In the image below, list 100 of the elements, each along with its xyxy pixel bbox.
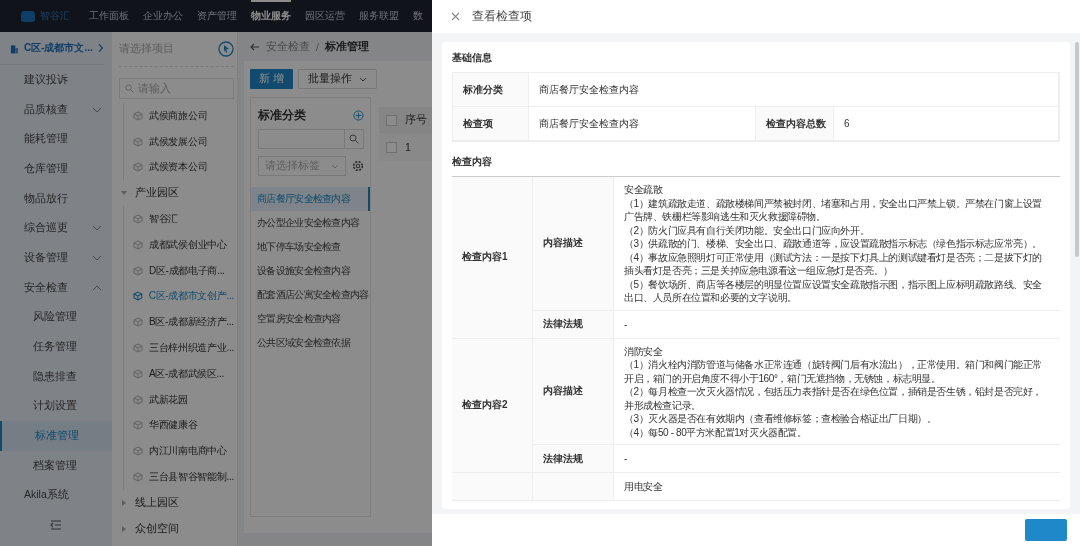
tree-node[interactable]: 三台县智谷智能制... xyxy=(123,464,234,490)
tree-node[interactable]: A区-成都武侯区... xyxy=(123,360,234,387)
table-cell: 内容描述 xyxy=(532,177,614,310)
tree-node[interactable]: 武侯商旅公司 xyxy=(123,103,234,129)
sidebar-item[interactable]: 物品放行 xyxy=(0,183,112,214)
table-cell: 1 xyxy=(405,141,411,153)
description-line: 消防安全 xyxy=(624,344,664,358)
table-cell-text: - xyxy=(623,317,628,332)
settings-icon[interactable] xyxy=(352,160,364,172)
tree-node[interactable]: 智谷汇 xyxy=(123,206,234,232)
tree-node[interactable]: 产业园区 xyxy=(119,180,234,207)
cube-icon xyxy=(133,472,143,483)
nav-tab[interactable]: 资产管理 xyxy=(197,0,237,32)
description-line: （1）消火栓内消防管道与储备水正常连通（旋转阀门后有水流出），正常使用。箱门和阀门能正常开启，箱门的开启角度不得小于160°，箱门无遮挡物，无锈蚀，标志明显。 xyxy=(624,358,1043,385)
column-header: 序号 xyxy=(405,113,427,127)
nav-tab[interactable]: 企业办公 xyxy=(143,0,183,32)
description-line: （3）灭火器是否在有效期内（查看维修标签；查检验合格证出厂日期）。 xyxy=(624,412,938,426)
batch-dropdown-button[interactable]: 批量操作 xyxy=(297,69,377,89)
cube-icon xyxy=(133,343,143,354)
category-item[interactable]: 空置房安全检查内容 xyxy=(251,307,370,331)
cube-icon xyxy=(133,317,143,328)
category-item[interactable]: 商店餐厅安全检查内容 xyxy=(251,187,370,211)
tree-node[interactable]: 众创空间 xyxy=(119,515,234,542)
search-icon xyxy=(349,134,359,144)
sidebar-item[interactable]: 安全检查 xyxy=(0,272,112,303)
sidebar-item[interactable]: 能耗管理 xyxy=(0,124,112,155)
breadcrumb-current: 标准管理 xyxy=(324,39,369,54)
tree-node[interactable]: B区-成都新经济产... xyxy=(123,309,234,336)
tree-node[interactable]: 武新花园 xyxy=(123,386,234,413)
description-line: 用电安全 xyxy=(624,480,664,494)
scrollbar[interactable] xyxy=(1075,42,1079,257)
menu-collapse-icon[interactable] xyxy=(50,520,62,531)
checkbox[interactable] xyxy=(386,114,397,126)
tree-node[interactable]: 武侯资本公司 xyxy=(123,154,234,181)
cube-icon xyxy=(133,265,143,276)
sidebar-item[interactable]: 综合巡更 xyxy=(0,213,112,244)
close-icon[interactable] xyxy=(451,12,460,21)
sidebar-item[interactable]: 任务管理 xyxy=(0,332,112,362)
cube-icon xyxy=(133,394,143,405)
cube-icon xyxy=(133,110,143,121)
cube-icon xyxy=(133,291,143,302)
cube-icon xyxy=(133,136,143,147)
section-heading: 基础信息 xyxy=(452,51,493,65)
tree-node[interactable]: 线上园区 xyxy=(119,489,234,516)
sidebar-item[interactable]: 设备管理 xyxy=(0,243,112,273)
field-label: 标准分类 xyxy=(453,73,529,107)
plus-circle-icon[interactable] xyxy=(353,110,364,121)
tree-node[interactable]: 内江川南电商中心 xyxy=(123,438,234,465)
panel-title: 标准分类 xyxy=(258,108,306,123)
cube-icon xyxy=(133,214,143,225)
logo-text: 智谷汇 xyxy=(40,9,70,23)
sidebar-item[interactable]: 风险管理 xyxy=(0,302,112,333)
nav-tab[interactable]: 工作面板 xyxy=(89,0,129,32)
table-cell: 检查内容2 xyxy=(452,338,532,472)
nav-tab[interactable]: 园区运营 xyxy=(305,0,345,32)
table-cell: 内容描述 xyxy=(532,338,614,444)
category-item[interactable]: 设备设施安全检查内容 xyxy=(251,259,370,283)
category-item[interactable]: 地下停车场安全检查 xyxy=(251,235,370,259)
chevron-down-icon xyxy=(358,76,367,82)
cube-icon xyxy=(133,420,143,431)
sidebar-item[interactable]: 隐患排查 xyxy=(0,361,112,392)
description-line: （4）每50 - 80平方米配置1对灭火器配置。 xyxy=(624,425,808,439)
tree-node[interactable]: D区-成都电子商... xyxy=(123,257,234,284)
description-line: （5）餐饮场所、商店等各楼层的明显位置应设置安全疏散指示图，指示图上应标明疏散路线、安全出口、人员所在位置和必要的文字说明。 xyxy=(624,277,1043,305)
add-button[interactable]: 新 增 xyxy=(250,69,293,89)
description-line: （2）每月检查一次灭火器情况，包括压力表指针是否在绿色位置，插销是否生锈，铅封是否完好，并形成检查记录。 xyxy=(624,385,1043,412)
field-value: 6 xyxy=(834,107,1059,141)
nav-tab[interactable]: 物业服务 xyxy=(251,0,291,32)
search-button[interactable] xyxy=(345,129,364,149)
sidebar-item[interactable]: Akila系统 xyxy=(0,480,112,511)
logo-icon xyxy=(20,9,36,23)
tree-node[interactable]: C区-成都市文创产... xyxy=(123,283,234,310)
nav-tab[interactable]: 服务联盟 xyxy=(359,0,399,32)
sidebar-item[interactable]: 品质核查 xyxy=(0,94,112,125)
category-item[interactable]: 公共区域安全检查依据 xyxy=(251,331,370,355)
cube-icon xyxy=(133,162,143,173)
category-item[interactable]: 办公型企业安全检查内容 xyxy=(251,211,370,235)
tree-node[interactable]: 武侯发展公司 xyxy=(123,128,234,155)
project-name[interactable]: C区-成都市文... xyxy=(23,41,93,55)
tree-node[interactable]: 三台梓州织造产业... xyxy=(123,335,234,361)
table-cell-text: - xyxy=(623,452,628,467)
table-cell: 检查内容1 xyxy=(452,177,532,338)
sidebar-item[interactable]: 建议投诉 xyxy=(0,65,112,95)
tree-node[interactable]: 成都武侯创业中心 xyxy=(123,232,234,258)
back-arrow-icon[interactable] xyxy=(250,42,260,51)
description-line: （2）防火门应具有自行关闭功能。安全出口门应向外开。 xyxy=(624,223,871,237)
tree-node[interactable]: 华西健康谷 xyxy=(123,412,234,439)
section-heading: 检查内容 xyxy=(452,155,493,169)
cube-icon xyxy=(133,368,143,379)
chevron-right-icon xyxy=(97,43,104,53)
sidebar-item[interactable]: 仓库管理 xyxy=(0,154,112,184)
nav-tab[interactable]: 数 xyxy=(413,0,423,32)
pointer-icon[interactable] xyxy=(218,41,234,57)
cube-icon xyxy=(133,446,143,457)
description-line: （1）建筑疏散走道、疏散楼梯间严禁被封闭、堵塞和占用，安全出口严禁上锁。严禁在门窗上设置广告牌、铁栅栏等影响逃生和灭火救援障碍物。 xyxy=(624,196,1043,224)
sidebar-item[interactable]: 标准管理 xyxy=(0,421,112,451)
checkbox[interactable] xyxy=(386,141,397,153)
category-item[interactable]: 配套酒店公寓安全检查内容 xyxy=(251,283,370,307)
description-line: （3）供疏散的门、楼梯、安全出口、疏散通道等，应设置疏散指示标志（绿色指示标志应常亮）。 xyxy=(624,237,1043,251)
building-icon xyxy=(10,42,19,54)
